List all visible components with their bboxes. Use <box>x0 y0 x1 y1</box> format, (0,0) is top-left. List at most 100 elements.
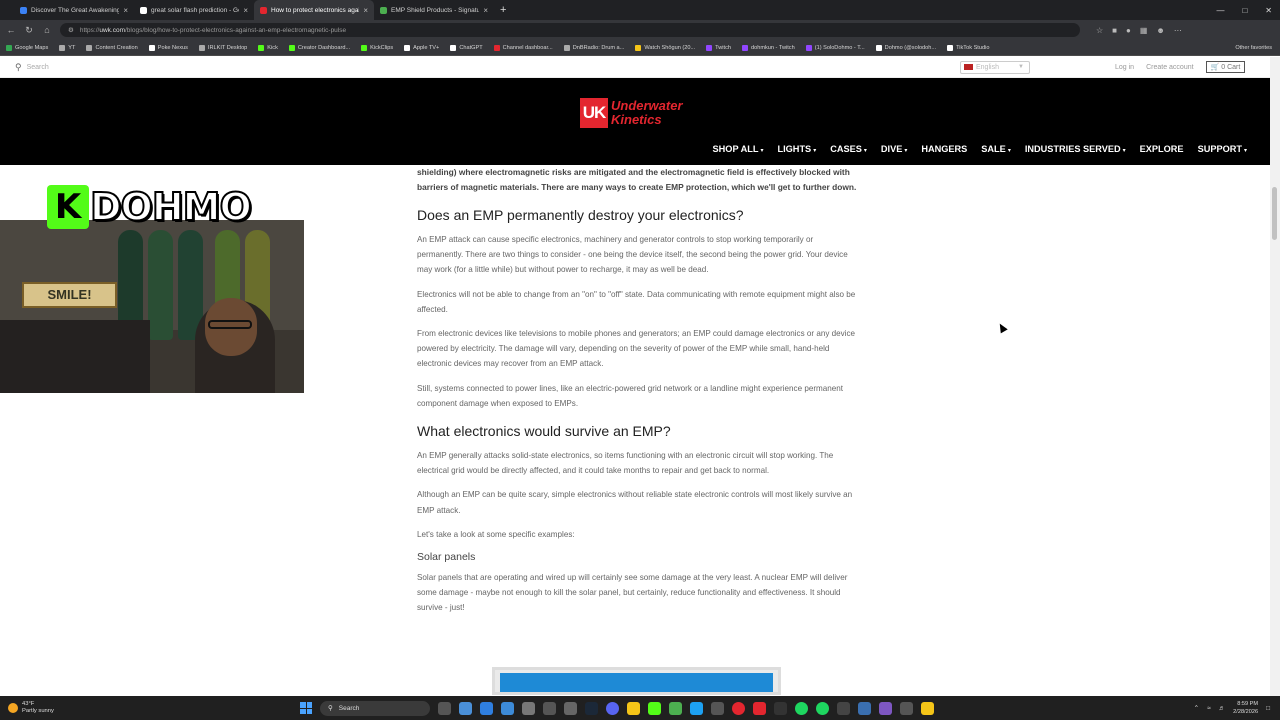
scrollbar-thumb[interactable] <box>1272 187 1277 240</box>
app-icon[interactable] <box>564 701 577 715</box>
bookmark-item[interactable]: Creator Dashboard... <box>288 44 351 51</box>
nav-item-sale[interactable]: SALE ▾ <box>981 144 1011 154</box>
app-icon[interactable] <box>921 701 934 715</box>
maximize-icon[interactable]: □ <box>1242 6 1247 15</box>
page-scrollbar[interactable] <box>1270 57 1280 696</box>
close-window-icon[interactable]: ✕ <box>1265 6 1272 15</box>
steam-icon[interactable] <box>585 701 598 715</box>
discord-icon[interactable] <box>606 701 619 715</box>
edge-icon[interactable] <box>690 701 703 715</box>
nav-item-explore[interactable]: EXPLORE <box>1140 144 1184 154</box>
task-view-icon[interactable] <box>438 701 451 715</box>
tab-label: EMP Shield Products - Signature S <box>391 6 480 14</box>
bookmark-item[interactable]: Twitch <box>706 44 731 51</box>
extension-icon[interactable]: ■ <box>1112 26 1117 35</box>
address-bar[interactable]: ⚙ https://uwk.com/blogs/blog/how-to-prot… <box>60 23 1080 37</box>
bookmark-item[interactable]: Poke Nexus <box>148 44 188 51</box>
favorite-star-icon[interactable]: ☆ <box>1096 26 1103 35</box>
flag-icon <box>964 64 973 70</box>
wifi-icon[interactable]: ≈ <box>1207 705 1211 712</box>
nav-item-cases[interactable]: CASES ▾ <box>830 144 867 154</box>
bookmark-label: Apple TV+ <box>413 44 440 51</box>
back-icon[interactable]: ← <box>6 25 16 35</box>
youtube-icon[interactable] <box>753 701 766 715</box>
browser-tab[interactable]: great solar flash prediction - Goog × <box>134 0 254 20</box>
weather-widget[interactable]: 43°F Partly sunny <box>8 701 54 715</box>
kick-app-icon[interactable] <box>648 701 661 715</box>
app-icon[interactable] <box>837 701 850 715</box>
opera-icon[interactable] <box>732 701 745 715</box>
bookmark-item[interactable]: ChatGPT <box>450 44 483 51</box>
spotify-icon[interactable] <box>816 701 829 715</box>
other-favorites[interactable]: Other favorites <box>1235 45 1272 51</box>
nav-item-shop-all[interactable]: SHOP ALL ▾ <box>713 144 764 154</box>
site-search[interactable]: ⚲ Search <box>15 62 49 73</box>
bookmark-item[interactable]: DnBRadio: Drum a... <box>563 44 624 51</box>
create-account-link[interactable]: Create account <box>1146 64 1193 71</box>
browser-toolbar: ← ↻ ⌂ ⚙ https://uwk.com/blogs/blog/how-t… <box>0 20 1280 40</box>
bookmark-label: Creator Dashboard... <box>297 44 351 51</box>
bookmark-item[interactable]: Apple TV+ <box>404 44 440 51</box>
browser-tab[interactable]: EMP Shield Products - Signature S× <box>374 0 494 20</box>
bookmark-item[interactable]: Kick <box>258 44 278 51</box>
language-select[interactable]: English ▼ <box>960 60 1030 74</box>
bookmark-item[interactable]: Google Maps <box>6 44 48 51</box>
tab-label: How to protect electronics against <box>271 6 360 14</box>
extension-icon[interactable]: ● <box>1126 26 1131 35</box>
app-icon[interactable] <box>480 701 493 715</box>
nav-item-lights[interactable]: LIGHTS ▾ <box>778 144 817 154</box>
site-logo[interactable]: UK Underwater Kinetics <box>580 98 683 128</box>
bookmark-item[interactable]: Content Creation <box>86 44 138 51</box>
xbox-icon[interactable] <box>669 701 682 715</box>
menu-icon[interactable]: ⋯ <box>1174 26 1182 35</box>
nav-item-industries-served[interactable]: INDUSTRIES SERVED ▾ <box>1025 144 1126 154</box>
clock[interactable]: 8:59 PM 2/28/2026 <box>1233 700 1258 716</box>
article-image <box>492 667 781 695</box>
browser-tab[interactable]: How to protect electronics against × <box>254 0 374 20</box>
nav-item-hangers[interactable]: HANGERS <box>921 144 967 154</box>
bookmark-favicon-icon <box>148 44 155 51</box>
close-tab-icon[interactable]: × <box>483 6 488 15</box>
collections-icon[interactable]: ▦ <box>1140 26 1148 35</box>
tray-chevron-icon[interactable]: ⌃ <box>1194 704 1199 712</box>
cart-button[interactable]: 🛒 0 Cart <box>1205 61 1246 73</box>
profile-icon[interactable]: ☻ <box>1156 26 1164 35</box>
app-icon[interactable] <box>879 701 892 715</box>
bookmark-item[interactable]: dohmkun - Twitch <box>741 44 795 51</box>
bookmark-item[interactable]: Channel dashboar... <box>493 44 553 51</box>
bookmark-label: ChatGPT <box>459 44 483 51</box>
app-icon[interactable] <box>858 701 871 715</box>
app-icon[interactable] <box>543 701 556 715</box>
nav-item-dive[interactable]: DIVE ▾ <box>881 144 907 154</box>
bookmark-item[interactable]: Dohmo (@solodoh... <box>875 44 936 51</box>
close-tab-icon[interactable]: × <box>123 6 128 15</box>
minimize-icon[interactable]: — <box>1216 6 1224 15</box>
camera-icon[interactable] <box>522 701 535 715</box>
bookmark-item[interactable]: IRLKIT Desktop <box>198 44 247 51</box>
taskbar-search[interactable]: ⚲ Search <box>320 700 430 716</box>
x-icon[interactable] <box>774 701 787 715</box>
nav-item-support[interactable]: SUPPORT ▾ <box>1198 144 1247 154</box>
app-icon[interactable] <box>711 701 724 715</box>
login-link[interactable]: Log in <box>1115 64 1134 71</box>
start-icon[interactable] <box>300 702 312 714</box>
close-tab-icon[interactable]: × <box>363 6 368 15</box>
app-icon[interactable] <box>501 701 514 715</box>
bookmark-item[interactable]: KickClips <box>361 44 393 51</box>
browser-tab[interactable]: Discover The Great Awakening Ma× <box>14 0 134 20</box>
app-icon[interactable] <box>900 701 913 715</box>
home-icon[interactable]: ⌂ <box>42 25 52 35</box>
folder-icon[interactable] <box>627 701 640 715</box>
volume-icon[interactable]: ♬ <box>1219 705 1226 712</box>
site-info-icon[interactable]: ⚙ <box>68 26 74 34</box>
new-tab-button[interactable]: + <box>500 4 506 16</box>
bookmark-item[interactable]: TikTok Studio <box>947 44 989 51</box>
close-tab-icon[interactable]: × <box>243 6 248 15</box>
bookmark-item[interactable]: (1) SoloDohmo - T... <box>805 44 865 51</box>
app-icon[interactable] <box>459 701 472 715</box>
notifications-icon[interactable]: □ <box>1266 705 1270 712</box>
bookmark-item[interactable]: Watch Shōgun (20... <box>635 44 695 51</box>
reload-icon[interactable]: ↻ <box>24 25 34 36</box>
bookmark-item[interactable]: YT <box>59 44 75 51</box>
spotify-icon[interactable] <box>795 701 808 715</box>
